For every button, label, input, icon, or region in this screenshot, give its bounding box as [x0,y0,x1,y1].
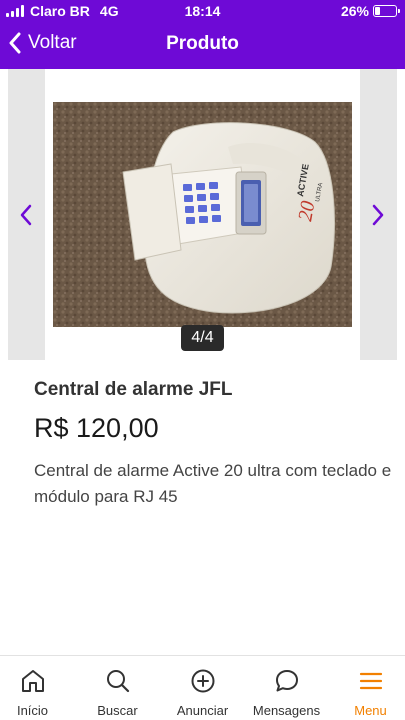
tab-label: Buscar [97,703,138,718]
tab-label: Anunciar [176,703,229,718]
tab-anunciar[interactable]: Anunciar [162,656,243,720]
tab-label: Menu [354,703,387,718]
status-bar: Claro BR 4G 18:14 26% [0,0,405,22]
search-icon [107,670,130,693]
nav-bar: Voltar Produto [0,30,405,62]
plus-circle-icon [191,669,215,693]
battery-icon [373,5,400,17]
product-price: R$ 120,00 [34,413,159,443]
image-counter: 4/4 [181,325,224,351]
battery-percent: 26% [340,3,369,19]
tab-inicio[interactable]: Início [0,656,73,720]
gallery-next-button[interactable] [360,69,397,360]
tab-menu[interactable]: Menu [330,656,405,720]
alarm-panel-image: ACTIVE 20 ULTRA [53,102,352,327]
tab-label: Início [16,703,49,718]
home-icon [22,670,44,692]
gallery-prev-button[interactable] [8,69,45,360]
tab-buscar[interactable]: Buscar [77,656,158,720]
image-gallery[interactable]: ACTIVE 20 ULTRA 4/4 [0,69,405,361]
chevron-left-icon [20,204,32,226]
battery-fill [375,7,380,15]
menu-icon [359,672,383,690]
tab-mensagens[interactable]: Mensagens [246,656,327,720]
page-title: Produto [166,33,239,54]
product-photo: ACTIVE 20 ULTRA [53,102,352,327]
tab-label: Mensagens [252,703,321,718]
product-description: Central de alarme Active 20 ultra com te… [34,461,392,506]
model-text: 20 [294,199,319,223]
bottom-tab-bar: Início Buscar Anunciar Mensagens Menu [0,655,405,720]
status-right: 26% [340,3,400,19]
product-title: Central de alarme JFL [34,379,233,400]
chat-bubble-icon [276,670,298,692]
chevron-right-icon [372,204,384,226]
app-header: Claro BR 4G 18:14 26% Voltar Produto [0,0,405,69]
